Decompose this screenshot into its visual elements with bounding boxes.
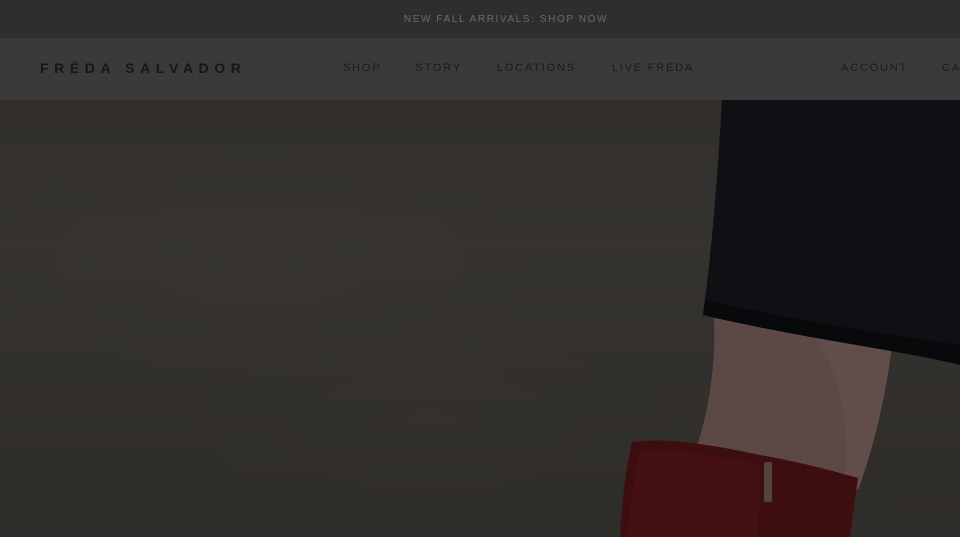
nav-item-locations[interactable]: LOCATIONS — [497, 62, 576, 74]
account-link[interactable]: ACCOUNT — [841, 62, 908, 74]
announcement-bar: NEW FALL ARRIVALS: SHOP NOW — [0, 0, 960, 38]
brand-logo[interactable]: FRĒDA SALVADOR — [40, 60, 246, 76]
announcement-link[interactable]: NEW FALL ARRIVALS: SHOP NOW — [352, 14, 608, 25]
nav-item-story[interactable]: STORY — [415, 62, 462, 74]
cart-link[interactable]: CART — [942, 62, 960, 74]
nav-item-shop[interactable]: SHOP — [343, 62, 381, 74]
page: NEW FALL ARRIVALS: SHOP NOW FRĒDA SALVAD… — [0, 0, 960, 537]
site-header: FRĒDA SALVADOR SHOP STORY LOCATIONS LIVE… — [0, 38, 960, 100]
nav-item-live-freda[interactable]: LIVE FREDA — [612, 62, 694, 74]
main-nav: SHOP STORY LOCATIONS LIVE FREDA — [343, 62, 694, 74]
